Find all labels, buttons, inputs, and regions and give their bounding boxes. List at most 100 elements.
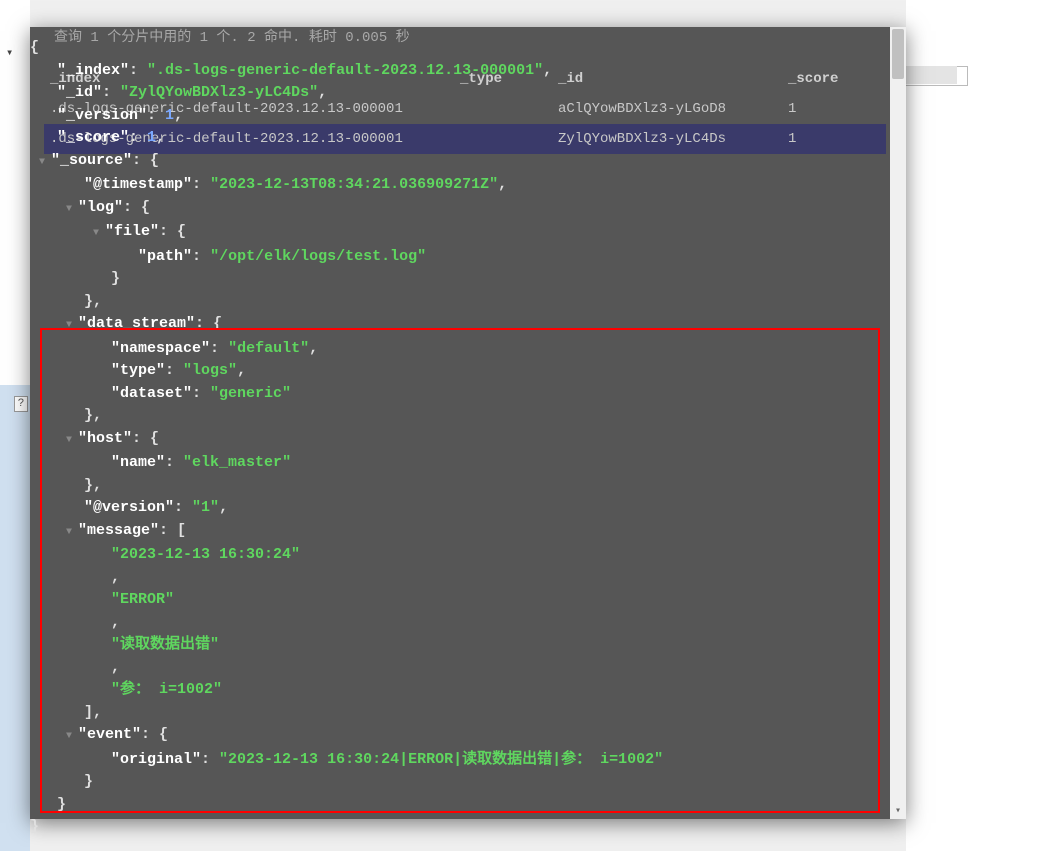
json-punct: { [159,726,168,743]
collapse-icon[interactable]: ▼ [66,430,78,453]
json-punct: : [141,726,159,743]
json-value: 1 [147,129,156,146]
json-value: "ZylQYowBDXlz3-yLC4Ds" [120,84,318,101]
json-punct: , [237,362,246,379]
json-punct: : [192,176,210,193]
json-value: "generic" [210,385,291,402]
right-panel-bg [906,0,1062,851]
json-punct: , [318,84,327,101]
json-key: "_id" [57,84,102,101]
json-punct: } [84,773,93,790]
json-punct: , [93,477,102,494]
json-value: "elk_master" [183,454,291,471]
scrollbar-thumb[interactable] [892,29,904,79]
json-punct: : [102,84,120,101]
json-punct: [ [177,522,186,539]
json-punct: { [177,223,186,240]
json-key: "name" [111,454,165,471]
json-punct: , [219,499,228,516]
json-punct: { [213,315,222,332]
json-punct: } [57,796,66,813]
collapse-icon[interactable]: ▼ [66,726,78,749]
json-punct: : [192,248,210,265]
json-punct: : [159,522,177,539]
json-punct: , [93,407,102,424]
json-key: "file" [105,223,159,240]
json-key: "host" [78,430,132,447]
json-punct: : [147,107,165,124]
json-key: "log" [78,199,123,216]
json-punct: ] [84,704,93,721]
json-key: "path" [138,248,192,265]
scrollbar-track[interactable]: ▾ [890,27,906,819]
chevron-down-icon[interactable]: ▾ [6,45,13,60]
collapse-icon[interactable]: ▼ [66,522,78,545]
json-punct: , [498,176,507,193]
json-punct: , [111,569,120,586]
json-key: "type" [111,362,165,379]
left-gutter-highlight [0,385,30,851]
json-value: ".ds-logs-generic-default-2023.12.13-000… [147,62,543,79]
json-key: "_source" [51,152,132,169]
json-punct: , [156,129,165,146]
json-punct: { [150,152,159,169]
json-punct: : [132,430,150,447]
json-punct: , [543,62,552,79]
json-punct: , [93,704,102,721]
json-punct: : [129,129,147,146]
json-punct: } [84,407,93,424]
json-key: "_index" [57,62,129,79]
json-punct: : [174,499,192,516]
json-key: "message" [78,522,159,539]
collapse-icon[interactable]: ▼ [66,315,78,338]
json-value: "2023-12-13 16:30:24|ERROR|读取数据出错|参： i=1… [219,751,663,768]
json-punct: { [141,199,150,216]
json-punct: } [111,270,120,287]
json-value: "1" [192,499,219,516]
json-key: "event" [78,726,141,743]
json-punct: , [309,340,318,357]
scrollbar-down-icon[interactable]: ▾ [892,805,904,817]
collapse-icon[interactable]: ▼ [39,152,51,175]
json-value: "参： i=1002" [111,681,222,698]
json-key: "original" [111,751,201,768]
json-key: "_score" [57,129,129,146]
json-punct: : [195,315,213,332]
json-brace: { [30,39,39,56]
json-punct: , [111,659,120,676]
json-brace: } [30,818,39,835]
right-gray-block [905,66,957,84]
json-punct: } [84,477,93,494]
json-key: "_version" [57,107,147,124]
json-punct: : [192,385,210,402]
json-punct: , [93,293,102,310]
json-key: "dataset" [111,385,192,402]
json-key: "@version" [84,499,174,516]
json-punct: : [132,152,150,169]
json-punct: : [210,340,228,357]
json-value: "2023-12-13 16:30:24" [111,546,300,563]
json-punct: : [123,199,141,216]
json-punct: , [111,614,120,631]
json-key: "namespace" [111,340,210,357]
json-value: "/opt/elk/logs/test.log" [210,248,426,265]
json-viewer-panel: ▾ 查询 1 个分片中用的 1 个. 2 命中. 耗时 0.005 秒 _ind… [30,27,906,819]
json-value: "default" [228,340,309,357]
json-punct: : [165,454,183,471]
collapse-icon[interactable]: ▼ [93,223,105,246]
help-badge[interactable]: ? [14,396,28,412]
json-value: "logs" [183,362,237,379]
json-value: "读取数据出错" [111,636,219,653]
json-value: "2023-12-13T08:34:21.036909271Z" [210,176,498,193]
json-value: 1 [165,107,174,124]
json-tree[interactable]: { "_index": ".ds-logs-generic-default-20… [30,33,886,843]
json-key: "data_stream" [78,315,195,332]
json-punct: : [201,751,219,768]
json-punct: , [174,107,183,124]
json-key: "@timestamp" [84,176,192,193]
json-value: "ERROR" [111,591,174,608]
json-punct: : [165,362,183,379]
collapse-icon[interactable]: ▼ [66,199,78,222]
json-punct: } [84,293,93,310]
json-punct: : [129,62,147,79]
